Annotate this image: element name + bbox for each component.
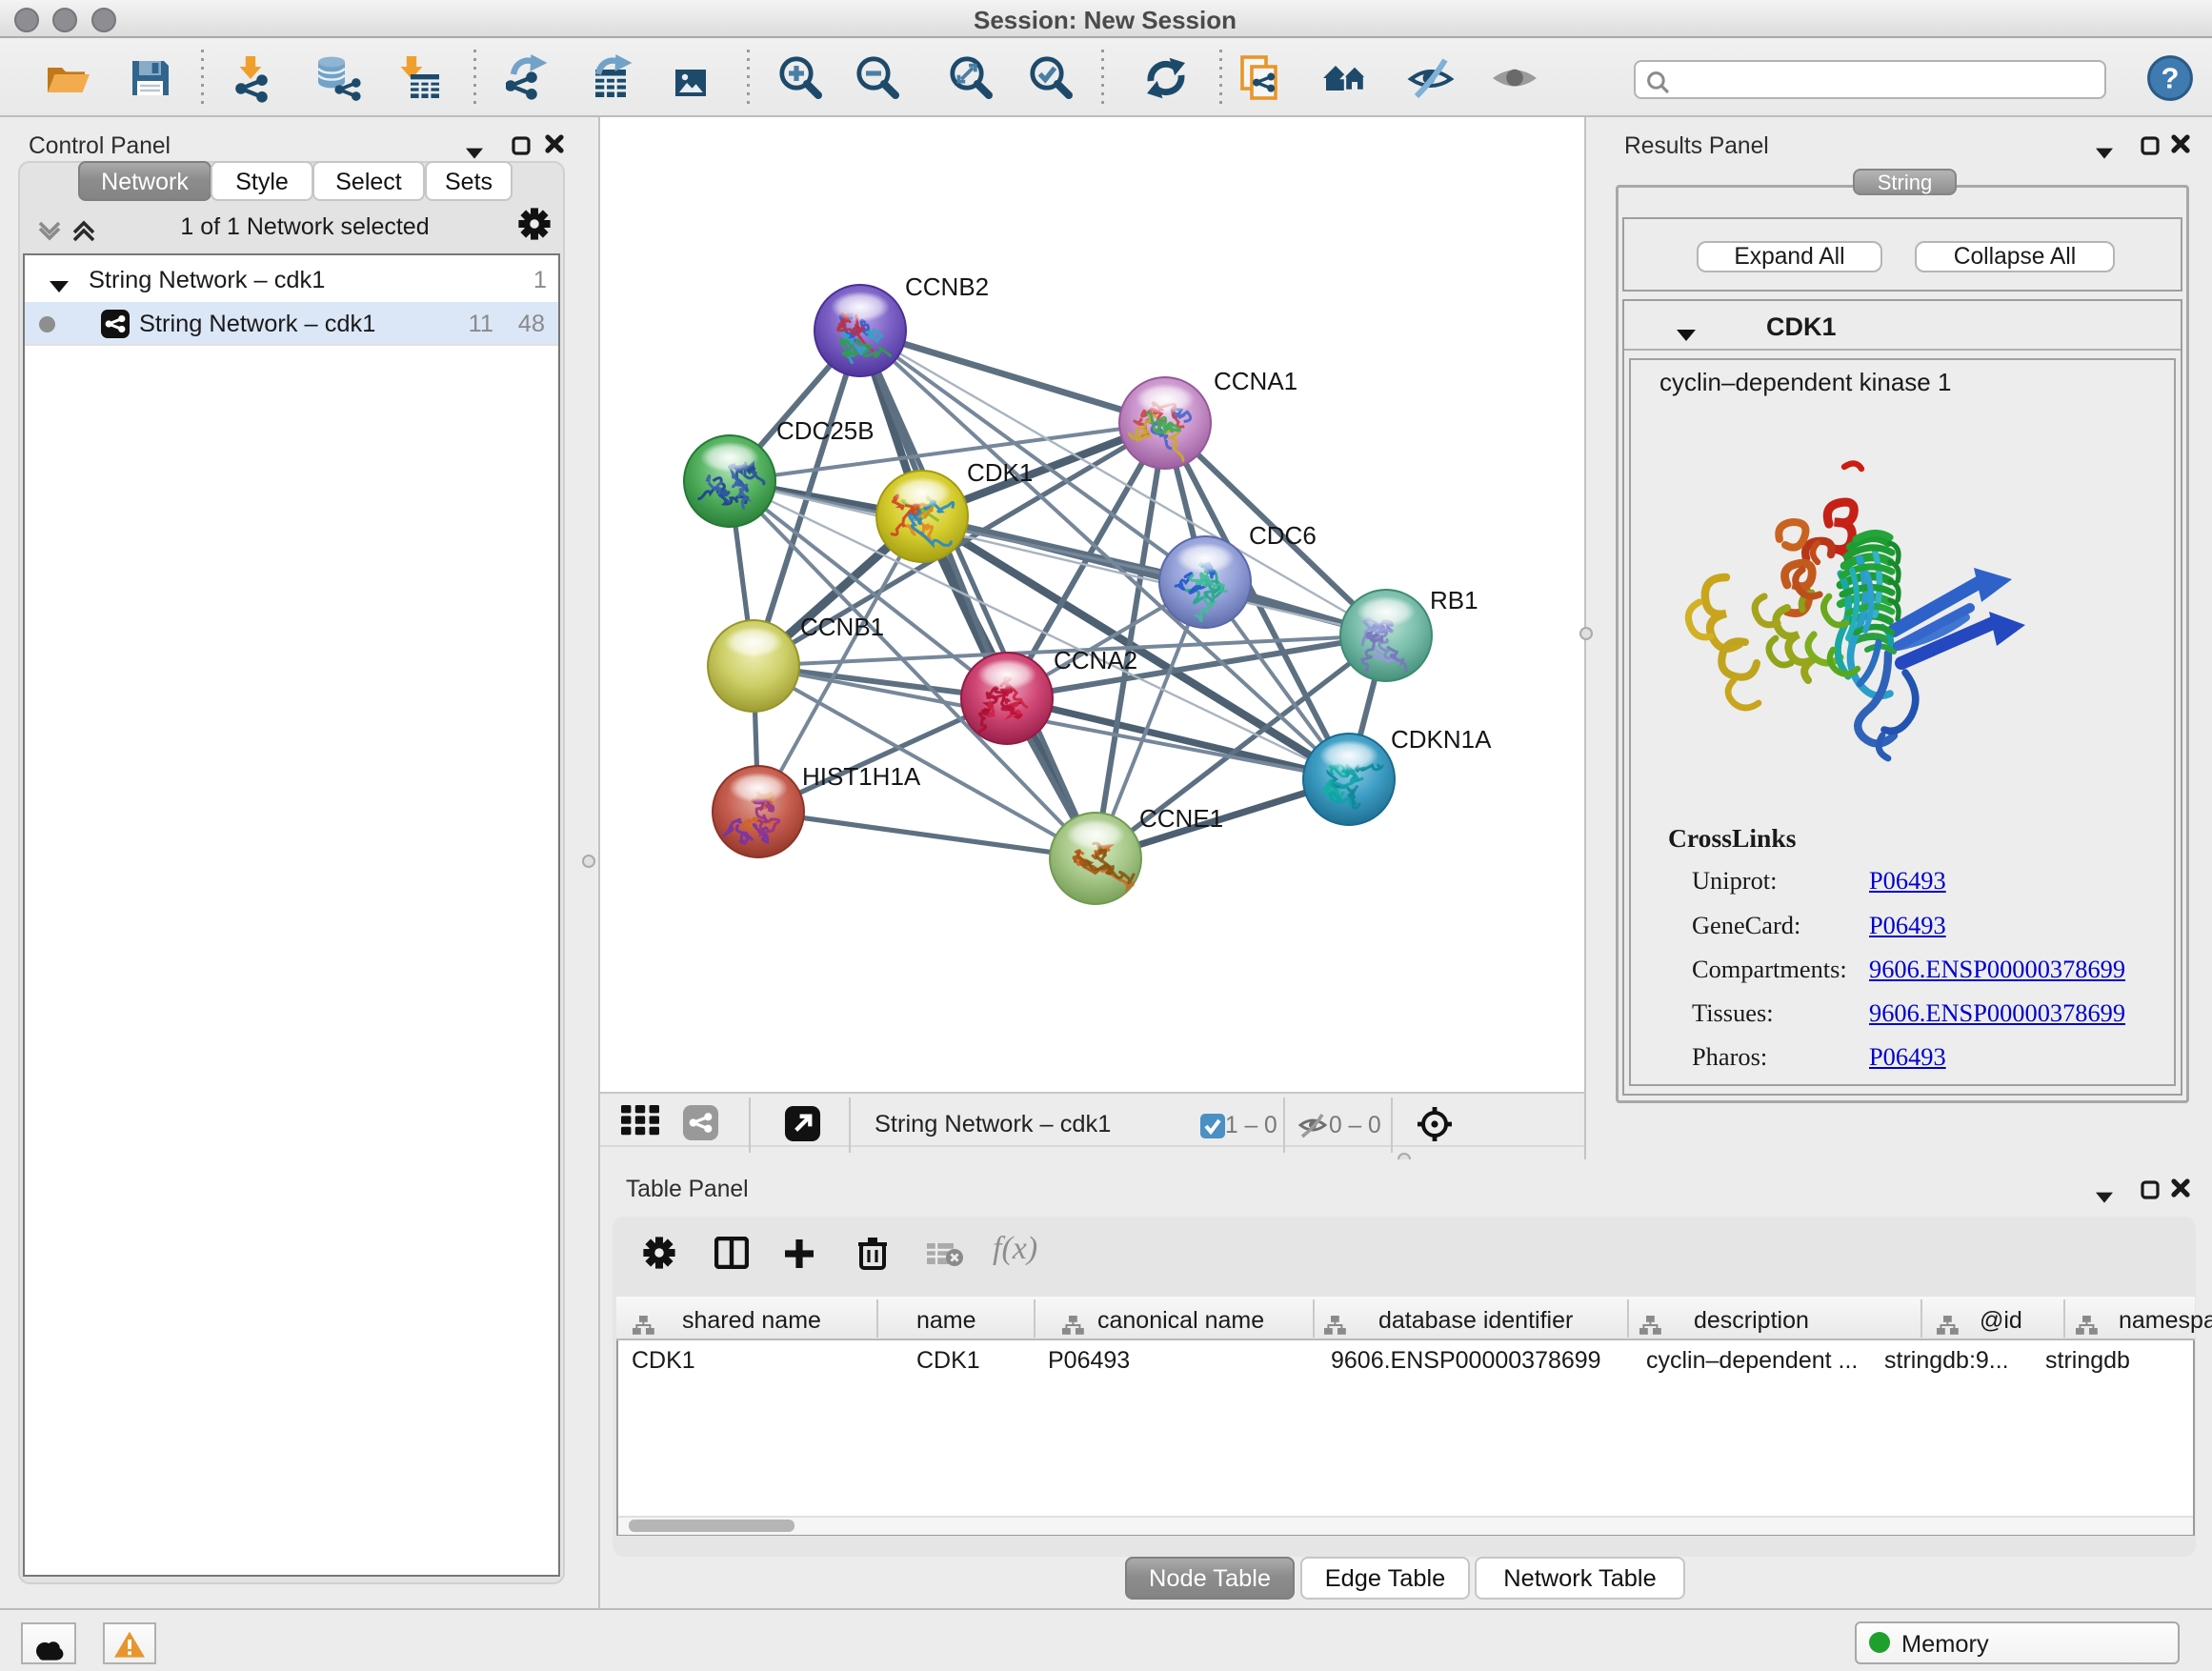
- svg-text:CCNA2: CCNA2: [1054, 646, 1137, 674]
- svg-text:?: ?: [2162, 62, 2180, 95]
- svg-text:HIST1H1A: HIST1H1A: [802, 762, 921, 791]
- svg-text:RB1: RB1: [1430, 586, 1478, 614]
- svg-text:CDC25B: CDC25B: [776, 416, 875, 445]
- svg-text:CCNA1: CCNA1: [1214, 367, 1297, 395]
- svg-text:CCNB2: CCNB2: [905, 272, 989, 301]
- svg-text:CCNB1: CCNB1: [800, 613, 884, 641]
- svg-text:CDC6: CDC6: [1249, 521, 1317, 550]
- svg-text:CDK1: CDK1: [967, 458, 1033, 487]
- svg-text:CCNE1: CCNE1: [1139, 804, 1223, 833]
- svg-text:CDKN1A: CDKN1A: [1391, 725, 1492, 754]
